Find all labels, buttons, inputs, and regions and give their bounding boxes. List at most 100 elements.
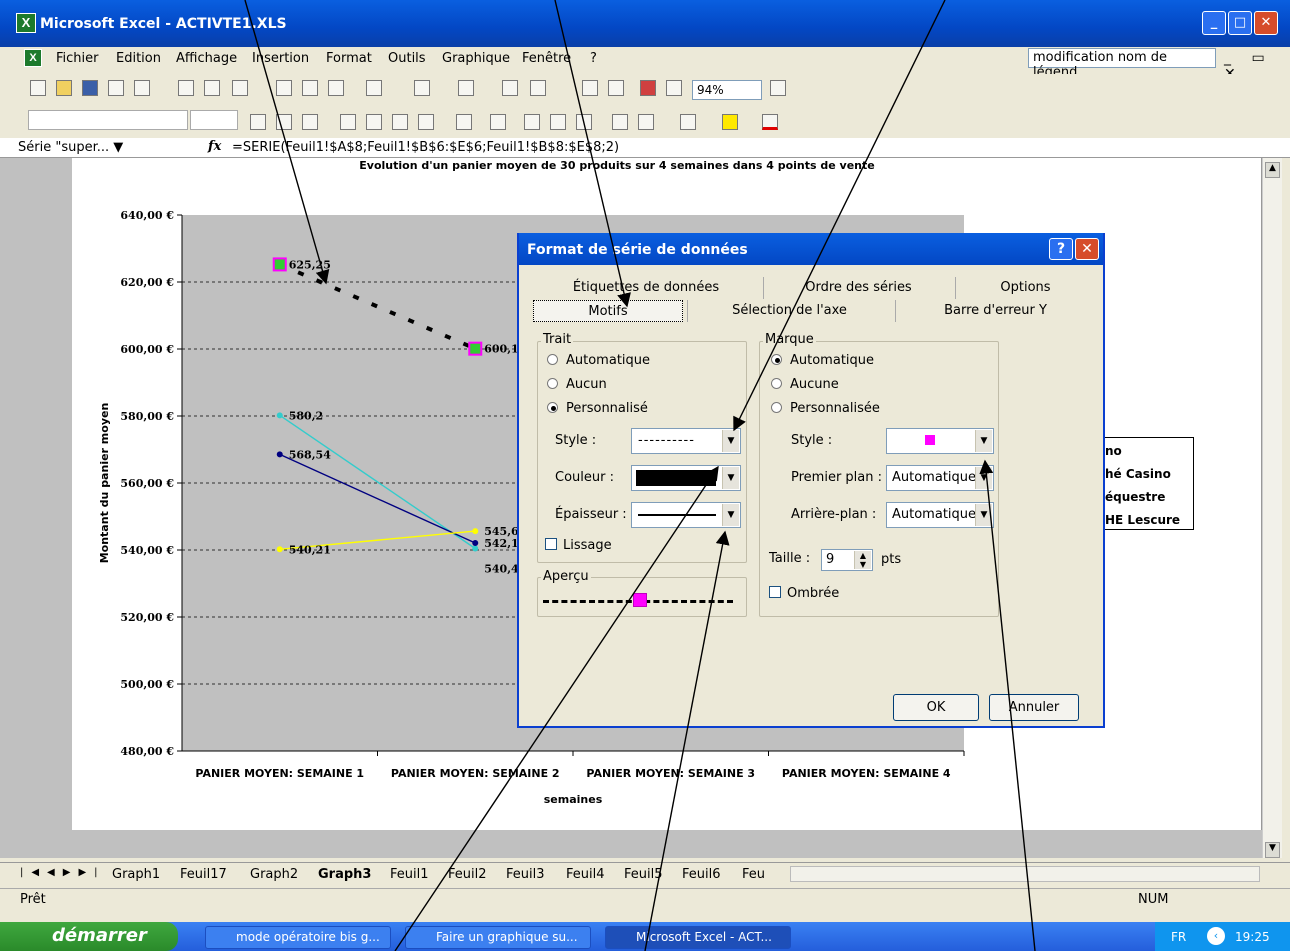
open-icon[interactable] bbox=[56, 80, 72, 96]
close-icon[interactable]: ✕ bbox=[1075, 238, 1099, 260]
vertical-scrollbar[interactable]: ▲ ▼ bbox=[1262, 158, 1282, 858]
new-icon[interactable] bbox=[30, 80, 46, 96]
excel-icon[interactable]: X bbox=[16, 13, 36, 33]
percent-icon[interactable] bbox=[490, 114, 506, 130]
borders-icon[interactable] bbox=[680, 114, 696, 130]
taille-spinner[interactable]: 9 ▲ ▼ bbox=[821, 549, 873, 571]
lissage-checkbox[interactable]: Lissage bbox=[545, 538, 612, 553]
marque-aucune-radio[interactable]: Aucune bbox=[771, 377, 839, 392]
align-left-icon[interactable] bbox=[340, 114, 356, 130]
font-color-icon[interactable] bbox=[762, 114, 778, 130]
cut-icon[interactable] bbox=[276, 80, 292, 96]
name-box[interactable]: Série "super... ▼ bbox=[18, 140, 123, 155]
chart-legend[interactable]: no hé Casino équestre HE Lescure bbox=[1100, 437, 1194, 530]
cancel-button[interactable]: Annuler bbox=[989, 694, 1079, 721]
print-preview-icon[interactable] bbox=[204, 80, 220, 96]
trait-perso-radio[interactable]: Personnalisé bbox=[547, 401, 648, 416]
tab-barre-erreur[interactable]: Barre d'erreur Y bbox=[895, 300, 1095, 322]
scroll-up-icon[interactable]: ▲ bbox=[1265, 162, 1280, 178]
task-word-1[interactable]: mode opératoire bis g... bbox=[205, 926, 391, 949]
sheet-tab[interactable]: Feuil5 bbox=[624, 867, 663, 882]
menu-affichage[interactable]: Affichage bbox=[176, 51, 237, 66]
chevron-down-icon[interactable]: ▼ bbox=[722, 504, 739, 526]
scroll-down-icon[interactable]: ▼ bbox=[1265, 842, 1280, 858]
undo-icon[interactable] bbox=[414, 80, 430, 96]
sheet-tab[interactable]: Graph2 bbox=[250, 867, 298, 882]
maximize-icon[interactable]: □ bbox=[1228, 11, 1252, 35]
ombree-checkbox[interactable]: Ombrée bbox=[769, 586, 839, 601]
help-question-box[interactable]: modification nom de légend bbox=[1028, 48, 1216, 80]
tab-selection-axe[interactable]: Sélection de l'axe bbox=[687, 300, 891, 322]
sheet-tab[interactable]: Feu bbox=[742, 867, 765, 882]
sheet-tab[interactable]: Feuil17 bbox=[180, 867, 227, 882]
sheet-tab-active[interactable]: Graph3 bbox=[318, 867, 371, 882]
menu-format[interactable]: Format bbox=[326, 51, 372, 66]
ok-button[interactable]: OK bbox=[893, 694, 979, 721]
chevron-down-icon[interactable]: ▼ bbox=[975, 430, 992, 452]
trait-couleur-select[interactable]: ▼ bbox=[631, 465, 741, 491]
increase-indent-icon[interactable] bbox=[638, 114, 654, 130]
menu-insertion[interactable]: Insertion bbox=[252, 51, 309, 66]
trait-epaisseur-select[interactable]: ▼ bbox=[631, 502, 741, 528]
tab-ordre-series[interactable]: Ordre des séries bbox=[763, 277, 953, 299]
merge-center-icon[interactable] bbox=[418, 114, 434, 130]
chevron-down-icon[interactable]: ▼ bbox=[722, 430, 739, 452]
minimize-icon[interactable]: _ bbox=[1202, 11, 1226, 35]
trait-style-select[interactable]: ---------- ▼ bbox=[631, 428, 741, 454]
arriere-plan-select[interactable]: Automatique ▼ bbox=[886, 502, 994, 528]
workbook-icon[interactable]: X bbox=[24, 49, 42, 67]
tab-nav-arrows-icon[interactable]: |◀◀▶▶| bbox=[20, 867, 106, 878]
tab-options[interactable]: Options bbox=[955, 277, 1095, 299]
sheet-tab[interactable]: Feuil2 bbox=[448, 867, 487, 882]
sort-descending-icon[interactable] bbox=[608, 80, 624, 96]
zoom-select[interactable]: 94% bbox=[692, 80, 762, 100]
horizontal-scrollbar[interactable] bbox=[790, 866, 1260, 882]
hyperlink-icon[interactable] bbox=[502, 80, 518, 96]
help-icon[interactable] bbox=[770, 80, 786, 96]
trait-aucun-radio[interactable]: Aucun bbox=[547, 377, 607, 392]
drawing-icon[interactable] bbox=[666, 80, 682, 96]
menu-fenetre[interactable]: Fenêtre bbox=[522, 51, 571, 66]
redo-icon[interactable] bbox=[458, 80, 474, 96]
sheet-tab[interactable]: Feuil4 bbox=[566, 867, 605, 882]
menu-graphique[interactable]: Graphique bbox=[442, 51, 510, 66]
thousands-icon[interactable] bbox=[524, 114, 540, 130]
sheet-tab[interactable]: Graph1 bbox=[112, 867, 160, 882]
sheet-tab[interactable]: Feuil1 bbox=[390, 867, 429, 882]
print-icon[interactable] bbox=[178, 80, 194, 96]
save-icon[interactable] bbox=[82, 80, 98, 96]
language-indicator[interactable]: FR bbox=[1171, 930, 1186, 944]
font-size-select[interactable] bbox=[190, 110, 238, 130]
italic-icon[interactable] bbox=[276, 114, 292, 130]
menu-edition[interactable]: Edition bbox=[116, 51, 161, 66]
menu-help[interactable]: ? bbox=[590, 51, 597, 66]
sheet-tab[interactable]: Feuil6 bbox=[682, 867, 721, 882]
decrease-decimal-icon[interactable] bbox=[576, 114, 592, 130]
task-excel[interactable]: Microsoft Excel - ACT... bbox=[605, 926, 791, 949]
spinner-arrows-icon[interactable]: ▲ ▼ bbox=[854, 551, 871, 569]
menu-outils[interactable]: Outils bbox=[388, 51, 426, 66]
marque-auto-radio[interactable]: Automatique bbox=[771, 353, 874, 368]
autosum-icon[interactable] bbox=[530, 80, 546, 96]
close-icon[interactable]: ✕ bbox=[1254, 11, 1278, 35]
fx-icon[interactable]: fx bbox=[208, 139, 221, 154]
tab-etiquettes[interactable]: Étiquettes de données bbox=[533, 277, 759, 299]
sheet-tab[interactable]: Feuil3 bbox=[506, 867, 545, 882]
marque-perso-radio[interactable]: Personnalisée bbox=[771, 401, 880, 416]
font-select[interactable] bbox=[28, 110, 188, 130]
fill-color-icon[interactable] bbox=[722, 114, 738, 130]
format-painter-icon[interactable] bbox=[366, 80, 382, 96]
help-icon[interactable]: ? bbox=[1049, 238, 1073, 260]
tab-motifs[interactable]: Motifs bbox=[533, 300, 683, 322]
increase-decimal-icon[interactable] bbox=[550, 114, 566, 130]
copy-icon[interactable] bbox=[302, 80, 318, 96]
permission-icon[interactable] bbox=[108, 80, 124, 96]
premier-plan-select[interactable]: Automatique ▼ bbox=[886, 465, 994, 491]
chevron-down-icon[interactable]: ▼ bbox=[975, 467, 992, 489]
align-center-icon[interactable] bbox=[366, 114, 382, 130]
chevron-down-icon[interactable]: ▼ bbox=[975, 504, 992, 526]
align-right-icon[interactable] bbox=[392, 114, 408, 130]
currency-icon[interactable] bbox=[456, 114, 472, 130]
underline-icon[interactable] bbox=[302, 114, 318, 130]
formula-text[interactable]: =SERIE(Feuil1!$A$8;Feuil1!$B$6:$E$6;Feui… bbox=[232, 140, 619, 155]
